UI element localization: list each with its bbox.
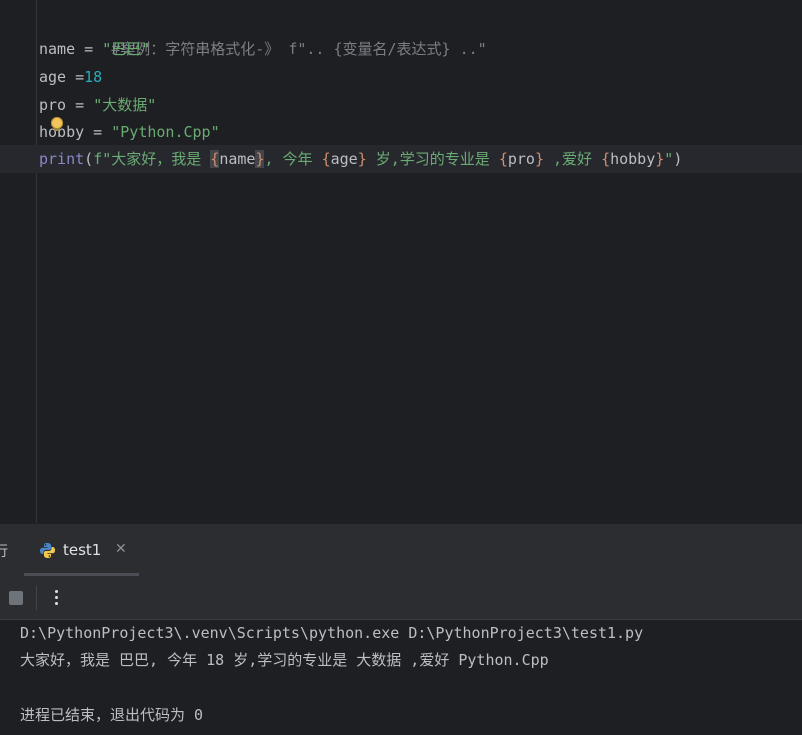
string-literal: "Python.Cpp" bbox=[111, 123, 220, 141]
console-line: 进程已结束，退出代码为 0 bbox=[20, 706, 204, 724]
fstring-brace: { bbox=[498, 150, 508, 168]
console-output[interactable]: D:\PythonProject3\.venv\Scripts\python.e… bbox=[0, 620, 802, 735]
fstring-brace: } bbox=[357, 150, 367, 168]
fstring-part: , 今年 bbox=[264, 150, 322, 168]
code-editor[interactable]: #案例：字符串格式化-》 f".. {变量名/表达式} .." name = "… bbox=[0, 0, 802, 523]
stop-icon[interactable] bbox=[9, 591, 23, 605]
fstring-end-quote: " bbox=[664, 150, 674, 168]
code-line-3[interactable]: age =18 bbox=[0, 63, 802, 91]
fstring-part: ,爱好 bbox=[543, 150, 602, 168]
run-toolbar bbox=[0, 576, 802, 620]
print-builtin: print bbox=[39, 150, 85, 168]
var-name: name bbox=[39, 40, 76, 58]
code-line-2[interactable]: name = "巴巴" bbox=[0, 35, 802, 63]
operator: = bbox=[66, 96, 94, 114]
var-age: age bbox=[39, 68, 67, 86]
close-icon[interactable]: ✕ bbox=[115, 541, 127, 557]
operator: = bbox=[84, 123, 112, 141]
code-line-5[interactable]: hobby = "Python.Cpp" bbox=[0, 118, 802, 146]
fstring-brace: { bbox=[210, 150, 220, 168]
fstring-var-name: name bbox=[219, 150, 256, 168]
string-literal: "巴巴" bbox=[102, 40, 151, 58]
partial-tab-label[interactable]: 行 bbox=[0, 541, 8, 561]
ide-window: #案例：字符串格式化-》 f".. {变量名/表达式} .." name = "… bbox=[0, 0, 802, 735]
lightbulb-icon[interactable] bbox=[51, 117, 63, 131]
operator: = bbox=[66, 68, 85, 86]
code-line-6[interactable]: print(f"大家好，我是 {name}, 今年 {age} 岁,学习的专业是… bbox=[0, 145, 802, 173]
operator: = bbox=[75, 40, 103, 58]
tab-test1[interactable]: test1 ✕ bbox=[24, 524, 139, 576]
fstring-part: f"大家好，我是 bbox=[93, 150, 211, 168]
number-literal: 18 bbox=[84, 68, 103, 86]
fstring-var-pro: pro bbox=[507, 150, 535, 168]
string-literal: "大数据" bbox=[93, 96, 157, 114]
toolbar-separator bbox=[36, 586, 37, 610]
fstring-brace: } bbox=[534, 150, 544, 168]
fstring-part: 岁,学习的专业是 bbox=[366, 150, 499, 168]
more-options-icon[interactable] bbox=[48, 586, 66, 610]
console-line: 大家好，我是 巴巴, 今年 18 岁,学习的专业是 大数据 ,爱好 Python… bbox=[20, 651, 549, 669]
fstring-brace: { bbox=[601, 150, 611, 168]
fstring-brace: { bbox=[321, 150, 331, 168]
paren-open: ( bbox=[84, 150, 94, 168]
fstring-var-age: age bbox=[330, 150, 358, 168]
run-tab-bar: 行 test1 ✕ bbox=[0, 523, 802, 577]
paren-close: ) bbox=[673, 150, 683, 168]
code-line-1[interactable]: #案例：字符串格式化-》 f".. {变量名/表达式} .." bbox=[0, 7, 802, 58]
code-line-4[interactable]: pro = "大数据" bbox=[0, 91, 802, 119]
var-pro: pro bbox=[39, 96, 67, 114]
fstring-brace: } bbox=[655, 150, 665, 168]
python-icon bbox=[40, 543, 55, 558]
tab-label: test1 bbox=[63, 541, 102, 559]
run-tool-window: 行 test1 ✕ D:\PythonProject3\.venv\Script… bbox=[0, 523, 802, 735]
console-line: D:\PythonProject3\.venv\Scripts\python.e… bbox=[20, 624, 644, 642]
fstring-var-hobby: hobby bbox=[610, 150, 656, 168]
